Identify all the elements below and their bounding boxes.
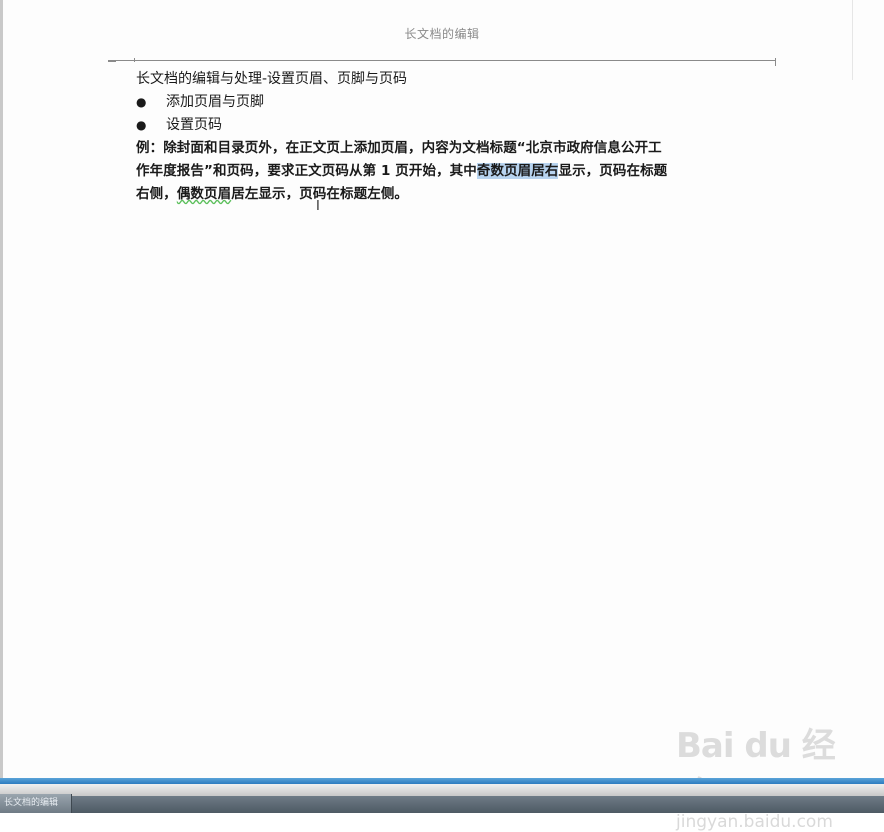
header-border-line — [108, 60, 776, 61]
page-header-text: 长文档的编辑 — [404, 27, 480, 41]
bullet-item: ● 设置页码 — [136, 114, 756, 137]
paragraph-line-1: 例：除封面和目录页外，在正文页上添加页眉，内容为文档标题“北京市政府信息公开工 — [136, 140, 662, 156]
header-tick-left — [108, 61, 116, 62]
document-body[interactable]: 长文档的编辑与处理-设置页眉、页脚与页码 ● 添加页眉与页脚 ● 设置页码 例：除封… — [136, 68, 756, 206]
header-corner-right — [775, 58, 776, 66]
taskbar-window-button[interactable]: 长文档的编辑 — [0, 794, 72, 813]
taskbar — [0, 796, 884, 813]
bullet-label: 设置页码 — [166, 117, 222, 133]
horizontal-scrollbar[interactable] — [0, 784, 884, 796]
document-page[interactable]: 长文档的编辑 长文档的编辑与处理-设置页眉、页脚与页码 ● 添加页眉与页脚 ● 设置… — [0, 0, 884, 832]
window-bottom-chrome: 长文档的编辑 — [0, 778, 884, 813]
document-title-line: 长文档的编辑与处理-设置页眉、页脚与页码 — [136, 71, 408, 87]
bullet-label: 添加页眉与页脚 — [166, 94, 264, 110]
paragraph-text: 显示，页码在标题 — [558, 163, 668, 179]
paragraph-line-2: 作年度报告”和页码，要求正文页码从第 1 页开始，其中奇数页眉居右显示，页码在标… — [136, 160, 756, 183]
watermark-url: jingyan.baidu.com — [676, 812, 833, 832]
paragraph-text: 右侧， — [136, 186, 177, 202]
page-left-edge — [0, 0, 3, 778]
grammar-underlined-text: 偶数页眉 — [176, 186, 232, 202]
bullet-item: ● 添加页眉与页脚 — [136, 91, 756, 114]
example-paragraph[interactable]: 例：除封面和目录页外，在正文页上添加页眉，内容为文档标题“北京市政府信息公开工 … — [136, 137, 756, 206]
text-cursor-icon: I — [316, 199, 320, 214]
paragraph-text: 作年度报告”和页码，要求正文页码从第 1 页开始，其中 — [136, 163, 477, 179]
bullet-icon: ● — [136, 118, 147, 132]
paragraph-line-3: 右侧，偶数页眉居左显示，页码在标题左侧。 — [136, 183, 756, 206]
selected-text-highlight[interactable]: 奇数页眉居右 — [476, 163, 559, 179]
header-corner-left — [134, 58, 135, 62]
bullet-icon: ● — [136, 95, 147, 109]
